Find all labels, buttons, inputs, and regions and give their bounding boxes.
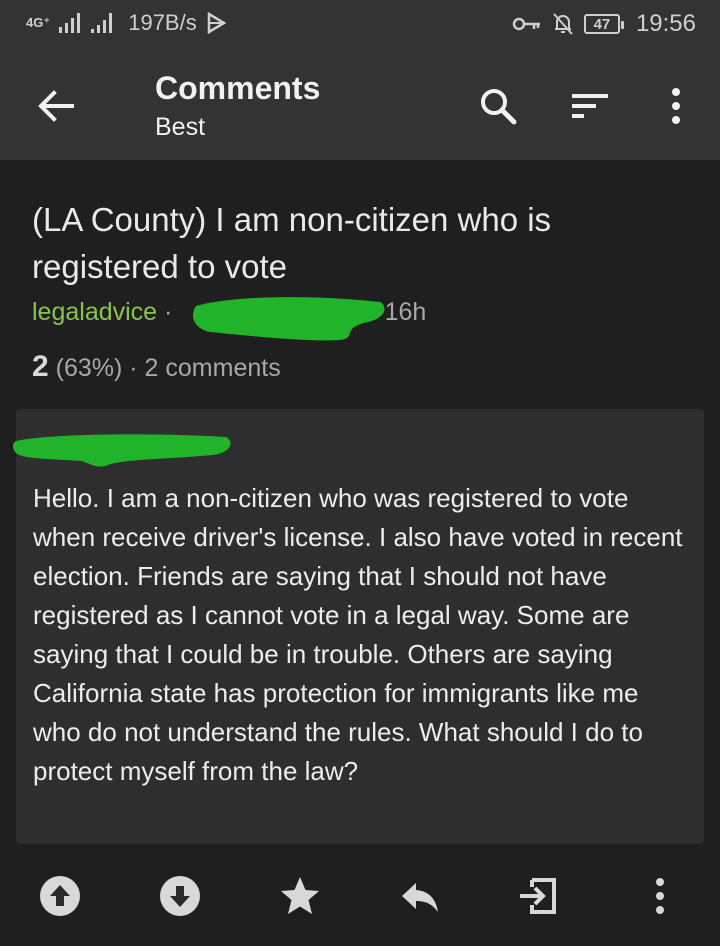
username-redaction xyxy=(13,434,231,467)
reply-icon[interactable] xyxy=(398,874,442,918)
key-icon xyxy=(512,17,540,31)
post-score: 2 xyxy=(32,350,49,383)
author-redaction xyxy=(192,297,385,341)
network-speed: 197B/s xyxy=(128,10,197,35)
signal-icon-2 xyxy=(91,13,113,33)
sort-mode-label: Best xyxy=(155,113,206,141)
post-stats: 2 (63%) · 2 comments xyxy=(32,350,281,384)
signal-icon xyxy=(59,13,81,33)
sort-icon[interactable] xyxy=(570,90,610,122)
meta-separator: · xyxy=(157,298,180,326)
upvote-ratio: (63%) xyxy=(48,354,123,382)
post-actions-bar xyxy=(0,858,720,930)
selftext-body: Hello. I am a non-citizen who was regist… xyxy=(33,483,683,786)
back-arrow-icon[interactable] xyxy=(36,86,76,126)
selftext-card: Hello. I am a non-citizen who was regist… xyxy=(13,409,704,844)
post-more-icon[interactable] xyxy=(648,874,672,918)
battery-icon: 47 xyxy=(583,14,624,34)
notifications-off-icon xyxy=(553,13,573,35)
open-link-icon[interactable] xyxy=(516,874,560,918)
more-vert-icon[interactable] xyxy=(666,86,686,126)
save-star-icon[interactable] xyxy=(278,874,322,918)
clock: 19:56 xyxy=(635,10,696,37)
subreddit-link[interactable]: legaladvice xyxy=(32,298,157,326)
status-bar: 4G⁺ 197B/s 47 19:56 xyxy=(0,0,720,50)
network-type-label: 4G⁺ xyxy=(26,15,51,30)
upvote-icon[interactable] xyxy=(38,874,82,918)
search-icon[interactable] xyxy=(478,86,518,126)
comment-count: · 2 comments xyxy=(122,354,281,382)
play-store-icon xyxy=(207,12,227,34)
app-bar: Comments Best xyxy=(0,50,720,160)
downvote-icon[interactable] xyxy=(158,874,202,918)
page-title: Comments xyxy=(155,70,321,106)
post-title: (LA County) I am non-citizen who is regi… xyxy=(32,201,552,285)
